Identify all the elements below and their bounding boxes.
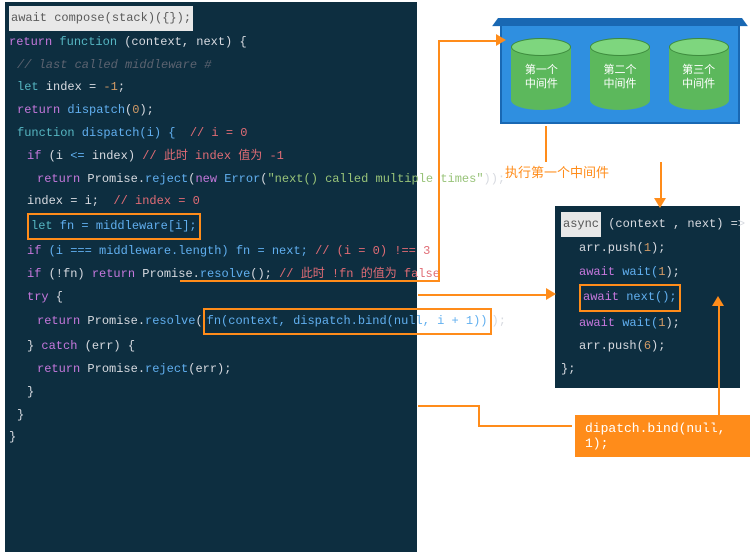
code-line: return dispatch(0); bbox=[9, 99, 413, 122]
arrow-head-icon bbox=[712, 296, 724, 306]
code-line: if (i === middleware.length) fn = next; … bbox=[9, 240, 413, 263]
code-line-highlighted: return Promise.resolve(fn(context, dispa… bbox=[9, 308, 413, 335]
annotation-exec-first: 执行第一个中间件 bbox=[505, 162, 609, 181]
arrow-head-icon bbox=[654, 198, 666, 208]
code-line: try { bbox=[9, 286, 413, 309]
arrow-head-icon bbox=[546, 288, 556, 300]
code-line: } bbox=[9, 381, 413, 404]
code-line: if (i <= index) // 此时 index 值为 -1 bbox=[9, 145, 413, 168]
connector-line bbox=[718, 300, 720, 425]
code-line: } bbox=[9, 404, 413, 427]
code-line: return function (context, next) { bbox=[9, 31, 413, 54]
main-code-panel: await compose(stack)({}); return functio… bbox=[5, 2, 417, 552]
connector-line bbox=[418, 405, 478, 407]
code-line: await compose(stack)({}); bbox=[9, 6, 413, 31]
connector-line bbox=[478, 405, 480, 425]
code-line: arr.push(6); bbox=[561, 335, 734, 358]
connector-line bbox=[180, 280, 440, 282]
code-line: await wait(1); bbox=[561, 261, 734, 284]
arrow-head-icon bbox=[496, 34, 506, 46]
dispatch-bind-box: dipatch.bind(null, 1); bbox=[575, 415, 750, 457]
code-line: }; bbox=[561, 358, 734, 381]
highlight-box-resolve-call: fn(context, dispatch.bind(null, i + 1)) bbox=[203, 308, 492, 335]
code-line: return Promise.reject(new Error("next() … bbox=[9, 168, 413, 191]
connector-line bbox=[660, 162, 662, 202]
connector-line bbox=[703, 425, 720, 427]
middleware-cylinder-3: 第三个中间件 bbox=[669, 38, 729, 110]
code-line: } catch (err) { bbox=[9, 335, 413, 358]
middleware-cylinder-1: 第一个中间件 bbox=[511, 38, 571, 110]
connector-line bbox=[478, 425, 572, 427]
code-line: function dispatch(i) { // i = 0 bbox=[9, 122, 413, 145]
cylinder-label: 第二个中间件 bbox=[590, 64, 650, 93]
connector-line bbox=[545, 126, 547, 162]
code-line-highlighted: let fn = middleware[i]; bbox=[9, 213, 413, 240]
code-line: arr.push(1); bbox=[561, 237, 734, 260]
code-line: async (context , next) => { bbox=[561, 212, 734, 237]
code-line: return Promise.reject(err); bbox=[9, 358, 413, 381]
code-line: // last called middleware # bbox=[9, 54, 413, 77]
cylinder-label: 第三个中间件 bbox=[669, 64, 729, 93]
highlighted-title: await compose(stack)({}); bbox=[9, 6, 193, 31]
code-line: let index = -1; bbox=[9, 76, 413, 99]
connector-line bbox=[418, 294, 548, 296]
code-line: } bbox=[9, 426, 413, 449]
code-line-highlighted: await next(); bbox=[561, 284, 734, 311]
middleware-cylinder-2: 第二个中间件 bbox=[590, 38, 650, 110]
connector-line bbox=[438, 40, 440, 282]
middleware-stack: 第一个中间件 第二个中间件 第三个中间件 bbox=[500, 24, 740, 124]
connector-line bbox=[438, 40, 498, 42]
code-line: await wait(1); bbox=[561, 312, 734, 335]
code-line: index = i; // index = 0 bbox=[9, 190, 413, 213]
highlight-box-fn-decl: let fn = middleware[i]; bbox=[27, 213, 201, 240]
highlight-box-await-next: await next(); bbox=[579, 284, 681, 311]
code-line: if (!fn) return Promise.resolve(); // 此时… bbox=[9, 263, 413, 286]
cylinder-label: 第一个中间件 bbox=[511, 64, 571, 93]
